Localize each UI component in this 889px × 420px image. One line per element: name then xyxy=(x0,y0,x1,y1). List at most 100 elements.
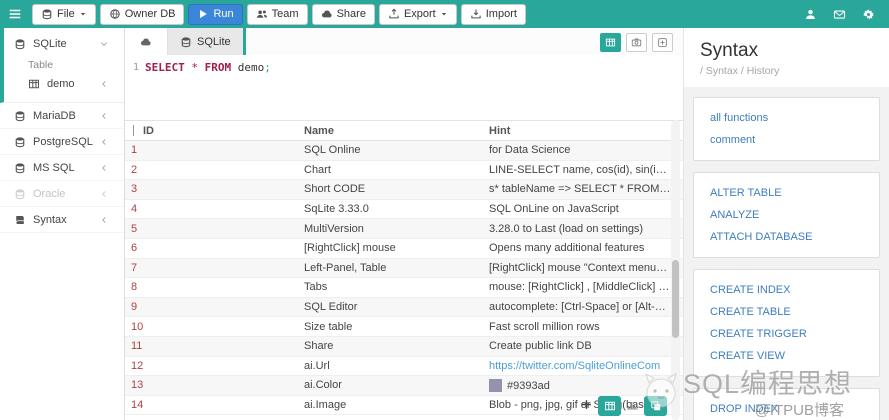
syntax-link-groups: all functions comment ALTER TABLE ANALYZE AT… xyxy=(684,87,889,420)
chevron-left-icon xyxy=(99,137,109,147)
top-toolbar: File Owner DB Run Team Share Export Import xyxy=(0,0,889,28)
cell-name: Size table xyxy=(304,320,353,333)
cell-name: ai.Color xyxy=(304,379,342,392)
table-row[interactable]: 12 ai.Url https://twitter.com/SqliteOnline… xyxy=(125,357,683,377)
syntax-link-create-table[interactable]: CREATE TABLE xyxy=(710,301,879,323)
syntax-link-comment[interactable]: comment xyxy=(710,129,879,151)
syntax-link-alter-table[interactable]: ALTER TABLE xyxy=(710,182,879,204)
table-row[interactable]: 9 SQL Editor autocomplete: [Ctrl-Space] or… xyxy=(125,297,683,318)
cell-name: SQL Online xyxy=(304,144,361,157)
cell-id: 10 xyxy=(131,320,144,333)
table-row[interactable]: 11 Share Create public link DB xyxy=(125,336,683,357)
sidebar-database-list: MariaDB PostgreSQL MS SQL Oracle Syntax xyxy=(0,103,124,233)
run-button[interactable]: Run xyxy=(188,3,243,25)
sidebar-item-demo[interactable]: demo xyxy=(4,72,124,96)
table-row[interactable]: 3 Short CODE s* tableName => SELECT * FROM… xyxy=(125,180,683,200)
column-header-id[interactable]: ID xyxy=(141,125,304,137)
share-button[interactable]: Share xyxy=(311,3,375,25)
caret-down-icon xyxy=(79,10,87,18)
mail-icon[interactable] xyxy=(833,8,846,21)
table-icon xyxy=(28,78,40,90)
toolbar-right-icons xyxy=(804,8,881,21)
syntax-link-attach-database[interactable]: ATTACH DATABASE xyxy=(710,226,879,248)
table-row[interactable]: 7 Left-Panel, Table [RightClick] mouse "Co… xyxy=(125,258,683,279)
owner-db-button[interactable]: Owner DB xyxy=(99,3,185,25)
cell-id: 5 xyxy=(131,222,138,235)
cell-name: SQL Editor xyxy=(304,301,358,314)
column-header-hint[interactable]: Hint xyxy=(489,125,683,137)
column-header-name[interactable]: Name xyxy=(304,125,489,137)
syntax-panel: Syntax / Syntax / History all functions c… xyxy=(683,28,889,420)
results-scrollbar[interactable] xyxy=(671,120,680,420)
table-row[interactable]: 8 Tabs mouse: [RightClick] , [MiddleClick]… xyxy=(125,278,683,298)
add-row-button[interactable] xyxy=(580,398,593,414)
results-grid: ID Name Hint 1 SQL Online for Data Science… xyxy=(125,120,683,420)
user-icon[interactable] xyxy=(804,8,817,21)
camera-button[interactable] xyxy=(626,33,647,52)
sidebar-active-database: SQLite Table demo xyxy=(0,28,124,103)
line-number: 1 xyxy=(132,62,139,73)
tab-cloud[interactable] xyxy=(125,28,167,55)
gear-icon[interactable] xyxy=(862,8,875,21)
table-row[interactable]: 10 Size table Fast scroll million rows xyxy=(125,317,683,337)
table-section-caption: Table xyxy=(28,59,54,71)
sidebar-item-mariadb[interactable]: MariaDB xyxy=(0,103,124,129)
breadcrumb-link-syntax[interactable]: Syntax xyxy=(706,65,738,77)
globe-icon xyxy=(109,8,121,20)
syntax-link-create-trigger[interactable]: CREATE TRIGGER xyxy=(710,323,879,345)
syntax-card: all functions comment xyxy=(693,97,880,161)
table-row[interactable]: 6 [RightClick] mouse Opens many additional… xyxy=(125,239,683,259)
plus-icon xyxy=(580,398,593,411)
chevron-left-icon xyxy=(99,189,109,199)
cell-hint: Opens many additional features xyxy=(489,242,645,255)
chart-view-button[interactable] xyxy=(626,398,639,414)
table-row[interactable]: 4 SqLite 3.33.0 SQL OnLine on JavaScript xyxy=(125,200,683,220)
cell-hint: Create public link DB xyxy=(489,340,592,353)
add-button[interactable] xyxy=(652,33,673,52)
export-button[interactable]: Export xyxy=(378,3,457,25)
sidebar-item-syntax[interactable]: Syntax xyxy=(0,207,124,233)
sidebar-item-sqlite[interactable]: SQLite xyxy=(4,32,124,56)
tab-sqlite[interactable]: SQLite xyxy=(167,28,243,55)
chevron-left-icon xyxy=(99,79,109,89)
copy-icon xyxy=(650,400,662,412)
table-row[interactable]: 5 MultiVersion 3.28.0 to Last (load on set… xyxy=(125,219,683,239)
syntax-link-create-view[interactable]: CREATE VIEW xyxy=(710,345,879,367)
sidebar-item-ms-sql[interactable]: MS SQL xyxy=(0,155,124,181)
play-icon xyxy=(197,8,209,20)
syntax-link-all-functions[interactable]: all functions xyxy=(710,107,879,129)
syntax-link-drop-index[interactable]: DROP INDEX xyxy=(710,398,879,420)
copy-result-button[interactable] xyxy=(644,396,667,416)
cell-hint: s* tableName => SELECT * FROM tableName … xyxy=(489,183,683,196)
cloud-icon xyxy=(321,8,333,20)
table-row[interactable]: 13 ai.Color #9393ad xyxy=(125,376,683,396)
cell-id: 4 xyxy=(131,203,138,216)
file-button[interactable]: File xyxy=(32,3,96,25)
breadcrumb-link-history[interactable]: History xyxy=(747,65,780,77)
table-row[interactable]: 1 SQL Online for Data Science xyxy=(125,141,683,161)
cell-hint: autocomplete: [Ctrl-Space] or [Alt-Space… xyxy=(489,301,683,314)
menu-icon[interactable] xyxy=(8,7,22,21)
cell-id: 12 xyxy=(131,359,144,372)
panel-title: Syntax xyxy=(700,40,759,61)
cell-id: 11 xyxy=(131,340,143,353)
book-icon xyxy=(14,214,26,226)
scrollbar-thumb[interactable] xyxy=(672,260,679,338)
users-icon xyxy=(256,8,268,20)
sidebar-item-oracle[interactable]: Oracle xyxy=(0,181,124,207)
cell-id: 14 xyxy=(131,399,144,412)
cell-hint: Fast scroll million rows xyxy=(489,320,600,333)
import-button[interactable]: Import xyxy=(460,3,526,25)
team-button[interactable]: Team xyxy=(246,3,308,25)
cell-hint: for Data Science xyxy=(489,144,571,157)
syntax-link-analyze[interactable]: ANALYZE xyxy=(710,204,879,226)
syntax-link-create-index[interactable]: CREATE INDEX xyxy=(710,279,879,301)
table-row[interactable]: 2 Chart LINE-SELECT name, cos(id), sin(id)… xyxy=(125,161,683,181)
grid-button[interactable] xyxy=(600,33,621,52)
sql-editor[interactable]: 1 SELECT * FROM demo; xyxy=(125,55,683,120)
cell-hint-link[interactable]: https://twitter.com/SqliteOnlineCom xyxy=(489,360,683,372)
sidebar-item-postgresql[interactable]: PostgreSQL xyxy=(0,129,124,155)
chevron-down-icon[interactable] xyxy=(99,39,109,49)
toolbar-buttons: File Owner DB Run Team Share Export Import xyxy=(32,3,526,25)
grid-view-button[interactable] xyxy=(598,396,621,416)
